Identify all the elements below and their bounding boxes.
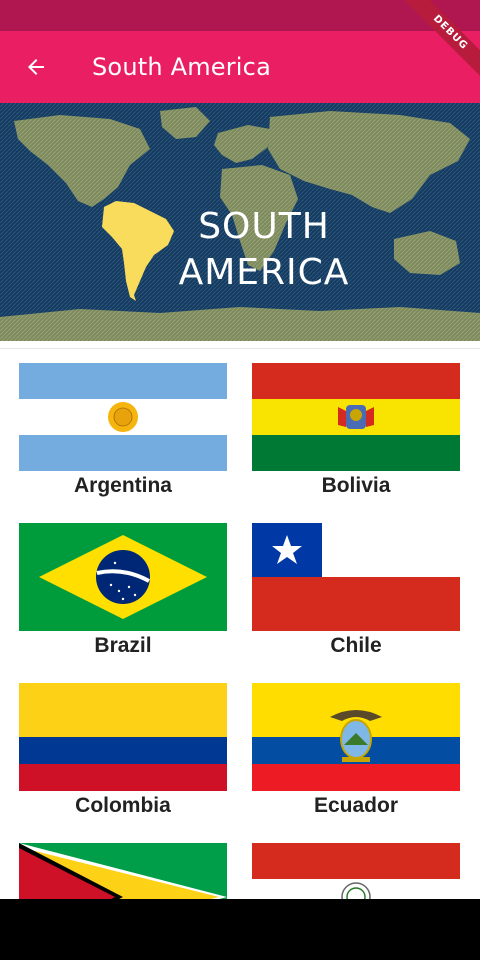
flag-brazil bbox=[19, 523, 227, 631]
flag-colombia bbox=[19, 683, 227, 791]
hero-title-line2: AMERICA bbox=[179, 252, 350, 293]
country-card-chile[interactable]: Chile bbox=[252, 523, 460, 658]
hero-banner: SOUTH AMERICA bbox=[0, 103, 480, 341]
country-name: Ecuador bbox=[313, 794, 399, 817]
status-bar bbox=[0, 0, 480, 31]
hero-title-line1: SOUTH bbox=[198, 206, 330, 247]
country-name: Bolivia bbox=[321, 474, 391, 497]
country-card-colombia[interactable]: Colombia bbox=[19, 683, 227, 818]
country-card-bolivia[interactable]: Bolivia bbox=[252, 363, 460, 498]
country-card-ecuador[interactable]: Ecuador bbox=[252, 683, 460, 818]
flag-chile bbox=[252, 523, 460, 631]
country-name: Colombia bbox=[75, 794, 171, 817]
flag-argentina bbox=[19, 363, 227, 471]
app-bar: South America bbox=[0, 31, 480, 103]
system-navigation-bar bbox=[0, 899, 480, 960]
flag-bolivia bbox=[252, 363, 460, 471]
country-name: Argentina bbox=[73, 474, 172, 497]
country-name: Chile bbox=[330, 634, 382, 657]
page-title: South America bbox=[92, 53, 271, 81]
flag-ecuador bbox=[252, 683, 460, 791]
arrow-back-icon bbox=[28, 59, 44, 75]
divider bbox=[0, 348, 480, 349]
country-name: Brazil bbox=[94, 634, 152, 657]
country-card-argentina[interactable]: Argentina bbox=[19, 363, 227, 498]
country-card-brazil[interactable]: Brazil bbox=[19, 523, 227, 658]
back-button[interactable] bbox=[0, 31, 72, 103]
